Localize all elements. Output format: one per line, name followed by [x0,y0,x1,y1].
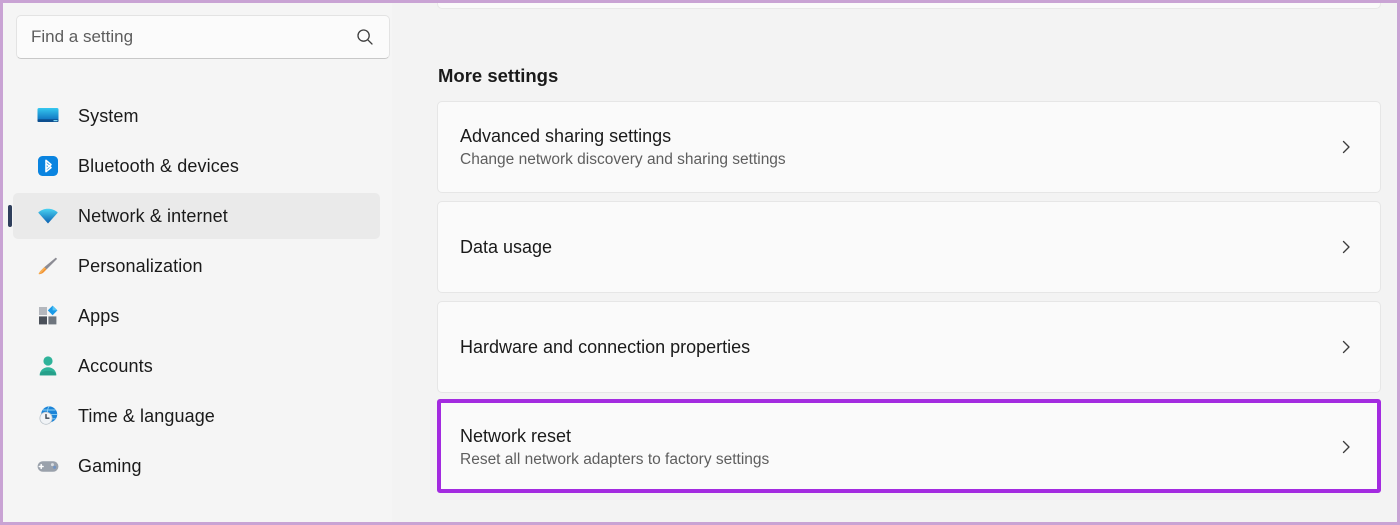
setting-card-data-usage[interactable]: Data usage [437,201,1381,293]
settings-window: System Bluetooth & devices Network & [0,0,1400,525]
card-title: Advanced sharing settings [460,125,672,146]
globe-clock-icon [39,406,58,425]
card-subtitle: Change network discovery and sharing set… [460,150,786,168]
card-text: Hardware and connection properties [460,335,1338,359]
sidebar-item-accounts[interactable]: Accounts [13,343,380,389]
monitor-icon [37,108,59,122]
card-title: Hardware and connection properties [460,336,751,357]
sidebar-nav: System Bluetooth & devices Network & int… [3,89,392,493]
sidebar-item-label: System [78,105,139,126]
chevron-right-icon [1342,440,1350,454]
page-section-heading: More settings [438,65,559,86]
sidebar-item-label: Time & language [78,405,215,426]
setting-card-advanced-sharing-settings[interactable]: Advanced sharing settings Change network… [437,101,1381,193]
apps-grid-icon [39,305,58,325]
sidebar-item-gaming[interactable]: Gaming [13,443,380,489]
sidebar-item-personalization[interactable]: Personalization [13,243,380,289]
sidebar-item-bluetooth-devices[interactable]: Bluetooth & devices [13,143,380,189]
sidebar-item-label: Network & internet [78,205,228,226]
sidebar-item-system[interactable]: System [13,93,380,139]
paintbrush-icon [38,257,58,275]
chevron-right-icon [1342,340,1350,354]
gamepad-icon [37,461,59,472]
sidebar: System Bluetooth & devices Network & [3,3,392,522]
card-title: Network reset [460,425,572,446]
search-input[interactable] [31,27,355,47]
sidebar-item-label: Apps [78,305,120,326]
setting-card-network-reset[interactable]: Network reset Reset all network adapters… [437,401,1381,493]
search-icon [357,29,373,45]
card-text: Data usage [460,235,1338,259]
card-text: Network reset Reset all network adapters… [460,424,1338,471]
card-above-cutoff[interactable] [437,3,1381,9]
setting-card-hardware-and-connection-properties[interactable]: Hardware and connection properties [437,301,1381,393]
sidebar-item-label: Bluetooth & devices [78,155,239,176]
sidebar-item-label: Gaming [78,455,142,476]
person-icon [39,356,57,376]
chevron-right-icon [1342,240,1350,254]
sidebar-item-label: Personalization [78,255,203,276]
sidebar-item-time-language[interactable]: Time & language [13,393,380,439]
sidebar-item-label: Accounts [78,355,153,376]
card-text: Advanced sharing settings Change network… [460,124,1338,171]
sidebar-item-apps[interactable]: Apps [13,293,380,339]
chevron-right-icon [1342,140,1350,154]
card-title: Data usage [460,236,553,257]
content-pane: More settings Advanced sharing settings … [397,3,1397,522]
sidebar-item-network-internet[interactable]: Network & internet [8,193,380,239]
card-subtitle: Reset all network adapters to factory se… [460,450,770,468]
search-box[interactable] [16,15,390,59]
bluetooth-icon [38,156,58,176]
wifi-icon [38,208,58,224]
settings-card-list: Advanced sharing settings Change network… [437,101,1381,501]
